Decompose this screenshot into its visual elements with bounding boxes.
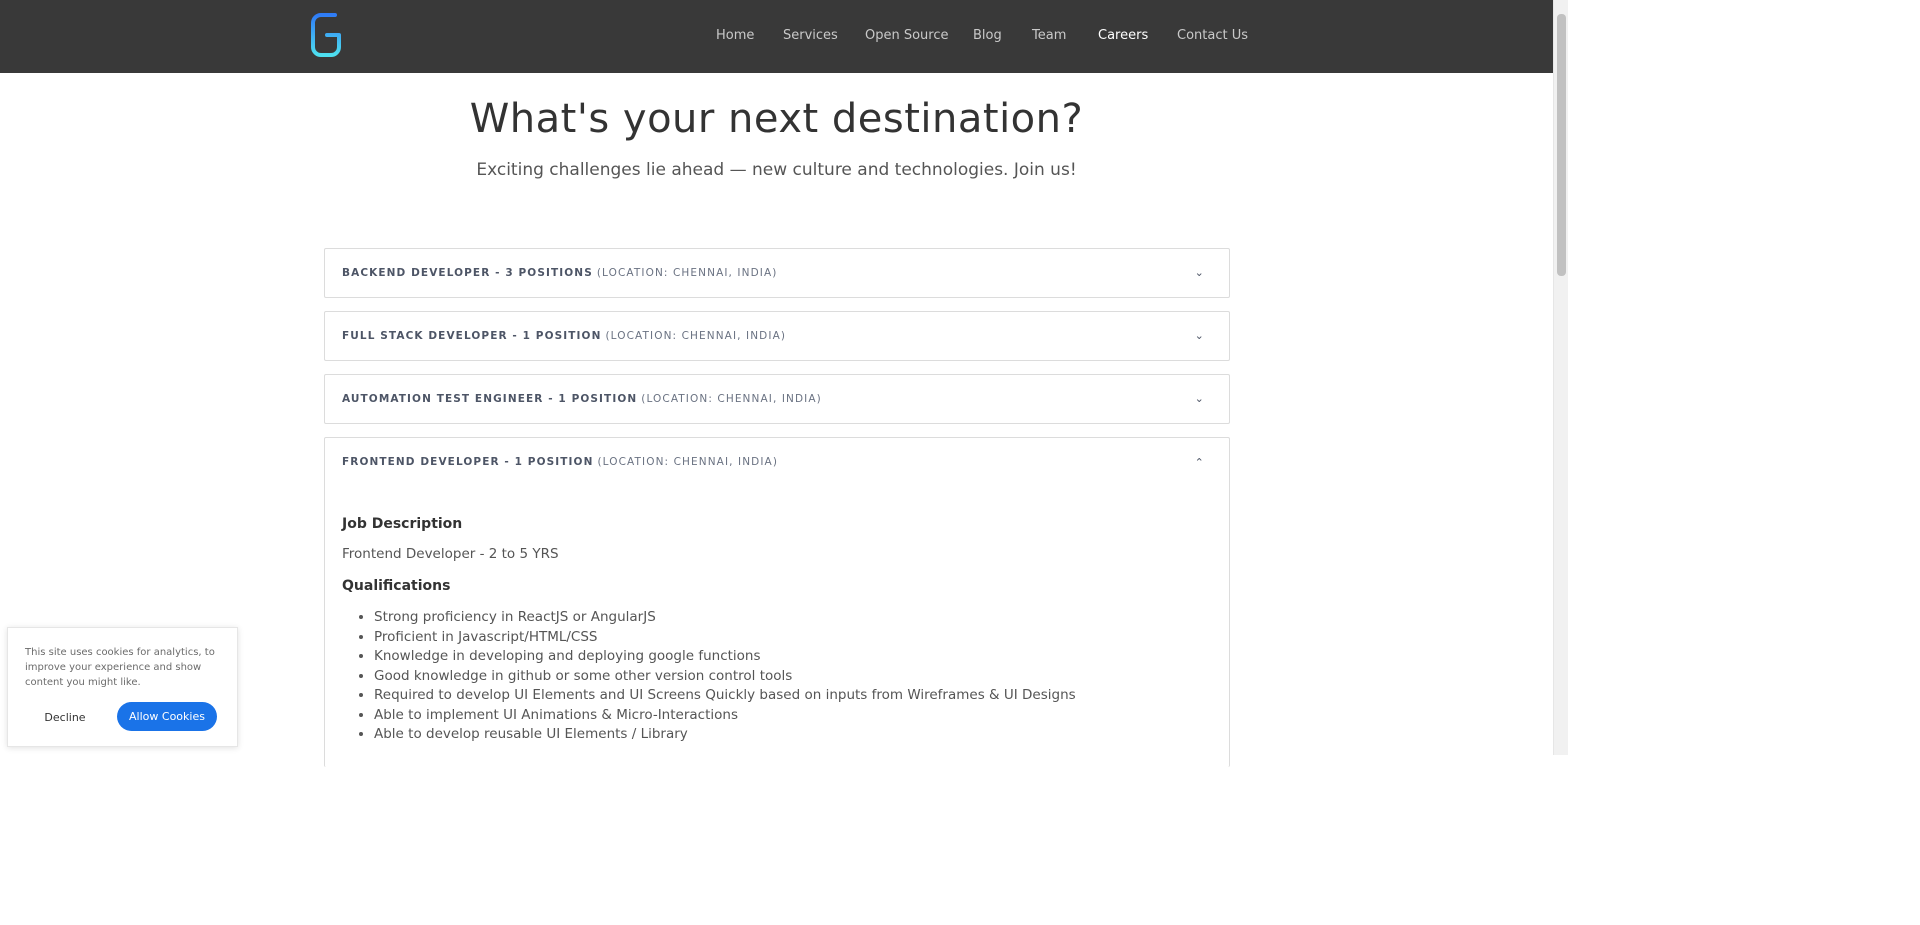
- chevron-up-icon[interactable]: ⌃: [1195, 456, 1205, 469]
- page-scrollbar[interactable]: [1553, 0, 1568, 755]
- job-accordion-frontend[interactable]: FRONTEND DEVELOPER - 1 POSITION (LOCATIO…: [324, 437, 1230, 767]
- list-item: Proficient in Javascript/HTML/CSS: [374, 628, 1212, 648]
- chevron-down-icon[interactable]: ⌄: [1195, 266, 1205, 279]
- list-item: Strong proficiency in ReactJS or Angular…: [374, 608, 1212, 628]
- cookie-message: This site uses cookies for analytics, to…: [25, 647, 215, 688]
- nav-blog[interactable]: Blog: [973, 28, 1002, 43]
- g-logo-icon[interactable]: [309, 11, 343, 59]
- nav-home[interactable]: Home: [716, 28, 754, 43]
- job-accordion-full-stack[interactable]: FULL STACK DEVELOPER - 1 POSITION (LOCAT…: [324, 311, 1230, 361]
- accordion-header[interactable]: BACKEND DEVELOPER - 3 POSITIONS (LOCATIO…: [325, 249, 1229, 297]
- list-item: Good knowledge in github or some other v…: [374, 667, 1212, 687]
- list-item: Able to develop reusable UI Elements / L…: [374, 725, 1212, 745]
- nav-team[interactable]: Team: [1032, 28, 1066, 43]
- job-location: (LOCATION: CHENNAI, INDIA): [596, 267, 778, 279]
- scrollbar-thumb[interactable]: [1557, 14, 1566, 276]
- job-description-heading: Job Description: [342, 516, 463, 532]
- qualifications-heading: Qualifications: [342, 578, 451, 594]
- job-title: AUTOMATION TEST ENGINEER - 1 POSITION: [342, 393, 638, 405]
- qualifications-list: Strong proficiency in ReactJS or Angular…: [342, 608, 1212, 745]
- decline-cookies-button[interactable]: Decline: [25, 703, 105, 731]
- job-accordion-backend[interactable]: BACKEND DEVELOPER - 3 POSITIONS (LOCATIO…: [324, 248, 1230, 298]
- nav-services[interactable]: Services: [783, 28, 838, 43]
- list-item: Able to implement UI Animations & Micro-…: [374, 706, 1212, 726]
- list-item: Required to develop UI Elements and UI S…: [374, 686, 1212, 706]
- accordion-body: Job Description Frontend Developer - 2 t…: [342, 516, 1212, 745]
- accordion-header[interactable]: FRONTEND DEVELOPER - 1 POSITION (LOCATIO…: [325, 438, 1229, 486]
- page-title: What's your next destination?: [469, 96, 1084, 142]
- job-title: FRONTEND DEVELOPER - 1 POSITION: [342, 456, 594, 468]
- job-description-text: Frontend Developer - 2 to 5 YRS: [342, 546, 559, 562]
- cookie-banner: This site uses cookies for analytics, to…: [7, 627, 238, 747]
- job-location: (LOCATION: CHENNAI, INDIA): [605, 330, 787, 342]
- accordion-header[interactable]: FULL STACK DEVELOPER - 1 POSITION (LOCAT…: [325, 312, 1229, 360]
- nav-open-source[interactable]: Open Source: [865, 28, 949, 43]
- job-location: (LOCATION: CHENNAI, INDIA): [641, 393, 822, 405]
- job-title: BACKEND DEVELOPER - 3 POSITIONS: [342, 267, 593, 279]
- job-location: (LOCATION: CHENNAI, INDIA): [597, 456, 779, 468]
- accordion-header[interactable]: AUTOMATION TEST ENGINEER - 1 POSITION (L…: [325, 375, 1229, 423]
- nav-careers[interactable]: Careers: [1098, 28, 1148, 43]
- chevron-down-icon[interactable]: ⌄: [1195, 392, 1205, 405]
- allow-cookies-button[interactable]: Allow Cookies: [117, 702, 217, 731]
- chevron-down-icon[interactable]: ⌄: [1195, 329, 1205, 342]
- list-item: Knowledge in developing and deploying go…: [374, 647, 1212, 667]
- job-accordion-automation-test[interactable]: AUTOMATION TEST ENGINEER - 1 POSITION (L…: [324, 374, 1230, 424]
- page-subtitle: Exciting challenges lie ahead — new cult…: [476, 160, 1077, 180]
- job-title: FULL STACK DEVELOPER - 1 POSITION: [342, 330, 602, 342]
- nav-contact-us[interactable]: Contact Us: [1177, 28, 1248, 43]
- site-header: Home Services Open Source Blog Team Care…: [0, 0, 1553, 73]
